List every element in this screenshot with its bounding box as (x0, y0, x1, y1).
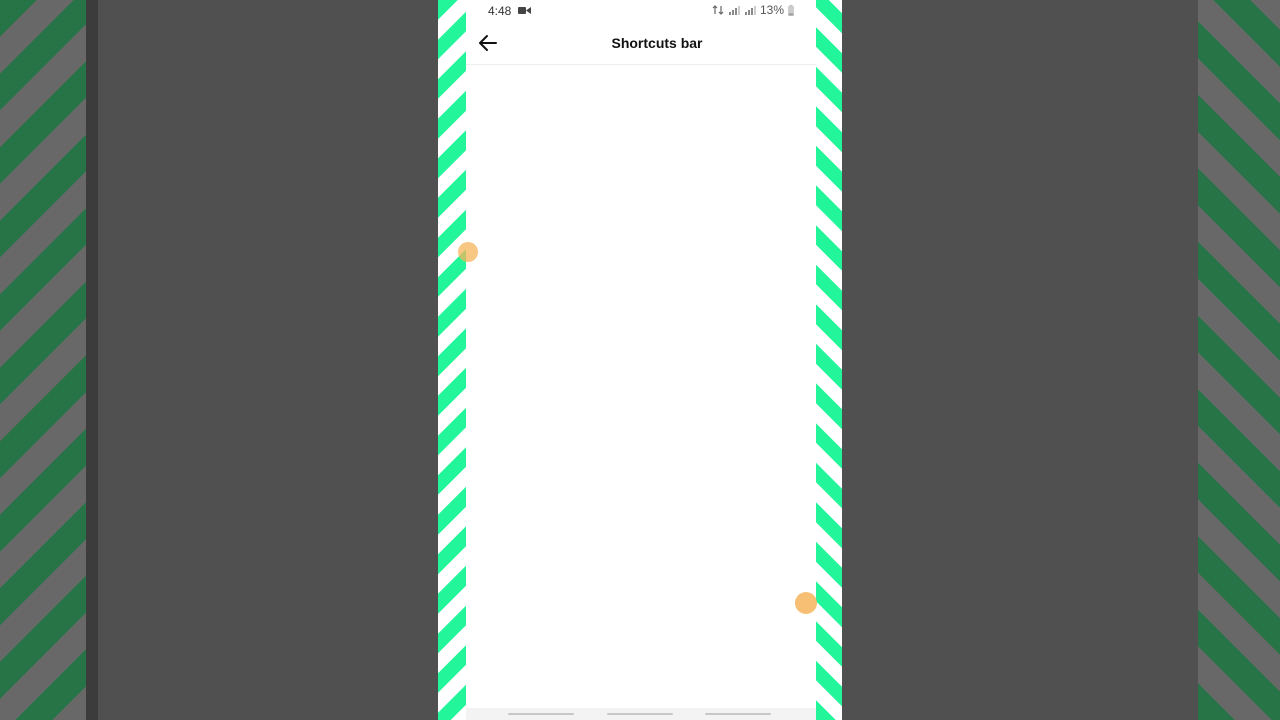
background-stripes-right (1198, 0, 1280, 720)
shortcuts-content-area (466, 65, 816, 705)
frame-stripe-left (438, 0, 466, 720)
status-indicators: 13% (712, 3, 794, 17)
signal-icon (744, 6, 756, 15)
background-band-left (86, 0, 98, 720)
battery-percent: 13% (759, 3, 784, 17)
app-bar: Shortcuts bar (466, 22, 816, 65)
nav-recents-button[interactable] (508, 713, 574, 715)
signal-icon (728, 6, 740, 15)
background-right (842, 0, 1280, 720)
touch-indicator (458, 242, 478, 262)
background-left (0, 0, 438, 720)
battery-icon (788, 4, 794, 16)
phone-screen: 4:48 13% Shortcuts bar (466, 0, 816, 720)
nav-home-button[interactable] (607, 713, 673, 715)
screen-record-icon (518, 7, 531, 14)
nav-back-button[interactable] (705, 713, 771, 715)
frame-stripe-right (816, 0, 842, 720)
status-time: 4:48 (488, 4, 512, 18)
touch-indicator (795, 592, 817, 614)
status-bar: 4:48 13% (466, 0, 816, 22)
page-title: Shortcuts bar (611, 35, 703, 51)
background-stripes-left (0, 0, 86, 720)
navigation-bar (466, 708, 816, 720)
data-icon (712, 5, 724, 15)
